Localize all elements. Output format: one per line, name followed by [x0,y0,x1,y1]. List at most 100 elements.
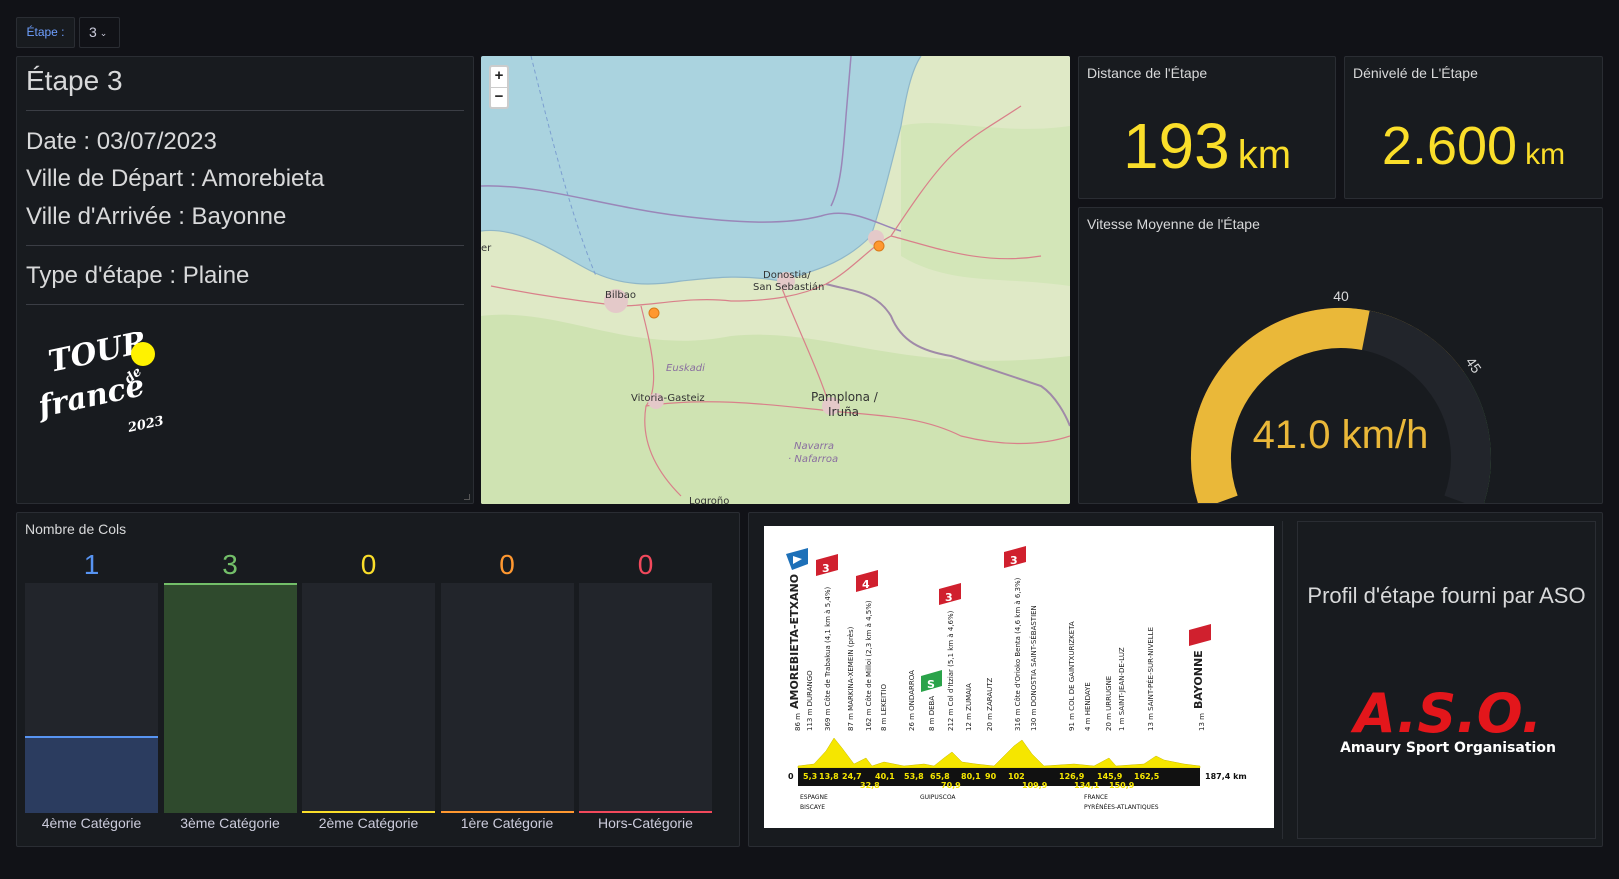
denivele-value: 2.600 km [1345,115,1602,177]
map-label-nafarroa: · Nafarroa [788,454,838,465]
map-canvas[interactable]: Bilbao Donostia/ San Sebastián Euskadi V… [481,56,1070,504]
stage-profile-image: 3 4 3 3 S AMOREBIETA-ETXANO BAYONNE 86 m… [764,526,1274,828]
zoom-control: + − [489,65,509,109]
distance-value: 193 km [1079,109,1335,183]
gauge-tick-label: 40 [1333,288,1349,304]
svg-text:8 m LEKEITIO: 8 m LEKEITIO [880,684,888,731]
svg-text:13,8: 13,8 [819,772,839,781]
map-label-bilbao: Bilbao [605,290,636,301]
cols-bar-1: 1 4ème Catégorie [25,549,158,831]
cols-bar-value: 1 [83,549,100,580]
svg-text:40,1: 40,1 [875,772,895,781]
denivele-number: 2.600 [1381,116,1518,176]
svg-text:S: S [927,678,935,691]
cols-bar-value: 0 [360,549,377,580]
cols-bar-3: 0 2ème Catégorie [302,549,435,831]
logo-year: 2023 [126,414,165,436]
cols-bar-fill [163,583,297,813]
map-label-edge: er [481,243,492,254]
cols-bar-value: 3 [222,549,238,580]
start-marker[interactable] [648,307,660,319]
svg-text:86 m: 86 m [794,713,802,731]
panel-title: Dénivelé de L'Étape [1353,65,1478,81]
logo-sun [131,342,155,366]
stage-info-panel: Étape 3 Date : 03/07/2023 Ville de Dépar… [16,56,474,504]
tour-de-france-logo: TOUR de france 2023 [37,332,165,436]
map-label-donostia-2: San Sebastián [753,281,824,293]
etape-select-value: 3 [89,24,97,40]
cols-bar-value: 0 [499,549,515,580]
profile-panel: 3 4 3 3 S AMOREBIETA-ETXANO BAYONNE 86 m… [748,512,1603,847]
cols-bar-4: 0 1ère Catégorie [440,549,574,831]
cols-bar-label: 4ème Catégorie [41,815,142,831]
svg-text:BISCAYE: BISCAYE [800,804,825,811]
variable-label: Étape : [16,17,75,48]
cols-bar-5: 0 Hors-Catégorie [579,549,712,831]
cols-bar-track [163,583,297,813]
svg-text:3: 3 [822,562,830,575]
svg-text:24,7: 24,7 [842,772,862,781]
profile-start-label: AMOREBIETA-ETXANO [788,574,801,709]
svg-text:53,8: 53,8 [904,772,924,781]
cols-bar-track [25,583,158,813]
cols-bar-label: 3ème Catégorie [180,815,280,831]
svg-text:0: 0 [788,772,794,781]
divider [26,110,464,111]
gauge-tick-label: 30 [1179,503,1199,504]
svg-text:145,9: 145,9 [1097,772,1123,781]
svg-text:3: 3 [945,591,953,604]
cols-bar-fill [25,736,158,813]
svg-text:65,8: 65,8 [930,772,950,781]
etape-select[interactable]: 3 ⌄ [79,17,120,48]
svg-text:109,9: 109,9 [1022,781,1048,790]
route-map[interactable]: Bilbao Donostia/ San Sebastián Euskadi V… [481,56,1070,504]
finish-marker[interactable] [873,240,885,252]
map-label-logrono: Logroño [689,496,729,504]
maritime-border [830,56,852,207]
stage-date: Date : 03/07/2023 [26,128,217,155]
zoom-out-button[interactable]: − [491,87,507,107]
cols-bar-fill [440,811,574,813]
svg-text:FRANCE: FRANCE [1084,794,1108,801]
svg-text:4 m HENDAYE: 4 m HENDAYE [1084,682,1092,731]
svg-text:5,3: 5,3 [803,772,817,781]
aso-credit: Profil d'étape fourni par ASO A.S.O. Ama… [1297,521,1596,839]
panel-title: Nombre de Cols [25,521,127,537]
distance-number: 193 [1122,110,1230,182]
maritime-limit [530,56,597,277]
svg-text:162 m Côte de Milloi (2,3 km à: 162 m Côte de Milloi (2,3 km à 4,5%) [865,600,873,731]
cols-bar-value: 0 [637,549,654,580]
vitesse-panel: Vitesse Moyenne de l'Étape 30404550 41.0… [1078,207,1603,504]
svg-text:113 m DURANGO: 113 m DURANGO [806,670,814,731]
zoom-in-button[interactable]: + [491,67,507,87]
svg-text:ESPAGNE: ESPAGNE [800,794,828,801]
stage-type: Type d'étape : Plaine [26,262,250,289]
svg-text:3: 3 [1010,554,1018,567]
map-label-euskadi: Euskadi [666,363,705,374]
map-label-vitoria: Vitoria-Gasteiz [631,393,705,404]
svg-text:GUIPUSCOA: GUIPUSCOA [920,794,956,801]
cols-bar-label: Hors-Catégorie [598,815,693,831]
svg-text:130 m DONOSTIA SAINT-SÉBASTIEN: 130 m DONOSTIA SAINT-SÉBASTIEN [1029,605,1038,731]
svg-text:PYRÉNÉES-ATLANTIQUES: PYRÉNÉES-ATLANTIQUES [1084,803,1159,811]
svg-text:32,8: 32,8 [860,781,880,790]
gauge-tick-label: 45 [1463,354,1485,376]
svg-text:8 m DEBA: 8 m DEBA [928,696,936,731]
chevron-down-icon: ⌄ [99,28,108,38]
resize-handle[interactable] [464,494,470,500]
panel-title: Distance de l'Étape [1087,65,1208,81]
aso-logo: A.S.O. Amaury Sport Organisation [1340,682,1556,756]
elevation-profile [797,737,1201,769]
vitesse-value: 41.0 km/h [1252,413,1429,457]
distance-panel: Distance de l'Étape 193 km [1078,56,1336,199]
maritime-border [481,185,902,232]
svg-text:26 m ONDARROA: 26 m ONDARROA [908,670,916,731]
svg-text:91 m COL DE GAINTXURIZKETA: 91 m COL DE GAINTXURIZKETA [1068,621,1076,731]
cols-bar-fill [302,811,435,813]
map-label-pamplona: Pamplona / [811,390,879,404]
profile-total: 187,4 km [1205,772,1247,781]
svg-text:13 m: 13 m [1198,713,1206,731]
svg-text:87 m MARKINA-XEMEIN (près): 87 m MARKINA-XEMEIN (près) [847,626,855,731]
denivele-unit: km [1525,138,1566,171]
profile-finish-label: BAYONNE [1192,650,1205,709]
